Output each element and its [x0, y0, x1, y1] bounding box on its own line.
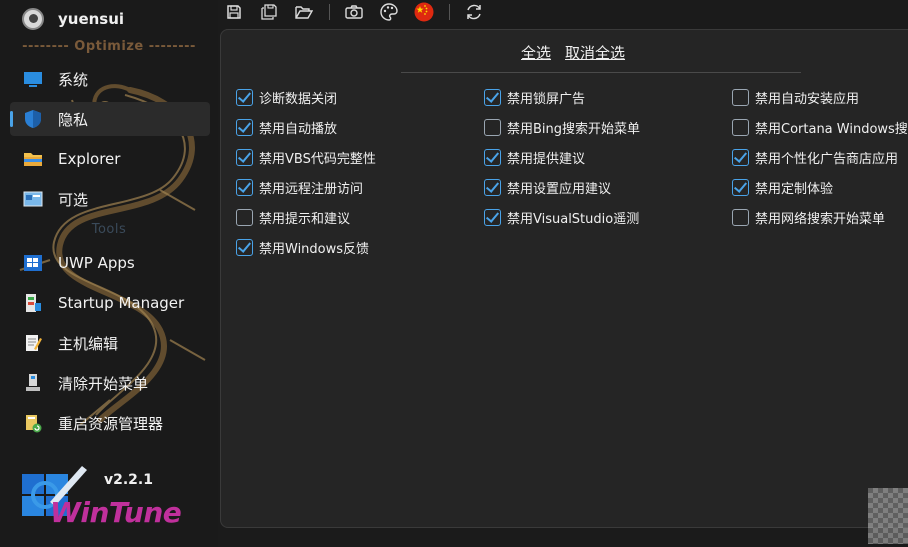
sidebar-item-uwp-apps[interactable]: UWP Apps [10, 246, 210, 280]
checkbox-checked-icon[interactable] [236, 148, 253, 166]
sidebar-item-label: 系统 [58, 70, 89, 89]
option-checkbox[interactable]: 禁用锁屏广告 [484, 87, 585, 107]
computer-icon [22, 373, 44, 393]
app-version: v2.2.1 [104, 472, 153, 488]
option-checkbox[interactable]: 诊断数据关闭 [236, 87, 337, 107]
option-label: 禁用Windows反馈 [259, 241, 370, 257]
checkbox-unchecked-icon[interactable] [732, 118, 749, 136]
option-label: 禁用网络搜索开始菜单 [755, 211, 886, 227]
checkbox-checked-icon[interactable] [484, 88, 501, 106]
option-checkbox[interactable]: 禁用VBS代码完整性 [236, 147, 376, 167]
avatar [22, 8, 44, 30]
sidebar-item-label: UWP Apps [58, 254, 135, 272]
restart-folder-icon [22, 413, 44, 433]
option-label: 禁用VisualStudio遥测 [507, 211, 640, 227]
checkbox-checked-icon[interactable] [484, 208, 501, 226]
checkbox-checked-icon[interactable] [236, 178, 253, 196]
option-label: 禁用设置应用建议 [507, 181, 612, 197]
tools-section-title: Tools [91, 222, 127, 237]
option-checkbox[interactable]: 禁用网络搜索开始菜单 [732, 207, 885, 227]
checkbox-checked-icon[interactable] [732, 148, 749, 166]
checkbox-checked-icon[interactable] [484, 148, 501, 166]
optimize-section-title: -------- Optimize -------- [22, 39, 196, 54]
option-label: 禁用提示和建议 [259, 211, 351, 227]
china-flag-icon[interactable] [412, 1, 436, 23]
sidebar-item-label: 隐私 [58, 110, 89, 129]
option-checkbox[interactable]: 禁用自动安装应用 [732, 87, 859, 107]
checkbox-checked-icon[interactable] [236, 88, 253, 106]
pixelated-watermark [868, 488, 908, 544]
palette-icon[interactable] [377, 1, 401, 23]
option-checkbox[interactable]: 禁用Bing搜索开始菜单 [484, 117, 640, 137]
option-label: 诊断数据关闭 [259, 91, 338, 107]
option-label: 禁用自动安装应用 [755, 91, 860, 107]
sidebar-item-privacy[interactable]: 隐私 [10, 102, 210, 136]
sidebar-item-restart-explorer[interactable]: 重启资源管理器 [10, 406, 210, 440]
save-icon[interactable] [222, 1, 246, 23]
checkbox-checked-icon[interactable] [236, 118, 253, 136]
toolbar-separator [329, 4, 330, 20]
option-label: 禁用定制体验 [755, 181, 834, 197]
checkbox-checked-icon[interactable] [484, 178, 501, 196]
sidebar-item-explorer[interactable]: Explorer [10, 142, 210, 176]
option-label: 禁用提供建议 [507, 151, 586, 167]
refresh-icon[interactable] [462, 1, 486, 23]
option-checkbox[interactable]: 禁用VisualStudio遥测 [484, 207, 639, 227]
camera-icon[interactable] [342, 1, 366, 23]
option-checkbox[interactable]: 禁用Cortana Windows搜索 [732, 117, 908, 137]
deselect-all-link[interactable]: 取消全选 [565, 42, 625, 63]
divider [401, 72, 801, 73]
option-checkbox[interactable]: 禁用提示和建议 [236, 207, 350, 227]
checkbox-checked-icon[interactable] [732, 178, 749, 196]
shield-icon [22, 109, 44, 129]
app-brand-name: WinTune [50, 496, 182, 529]
sidebar-item-label: Startup Manager [58, 294, 185, 312]
folder-icon [22, 149, 44, 169]
toolbar [222, 0, 497, 24]
option-label: 禁用个性化广告商店应用 [755, 151, 899, 167]
sidebar-item-label: 可选 [58, 190, 89, 209]
checkbox-unchecked-icon[interactable] [236, 208, 253, 226]
sidebar: yuensui -------- Optimize -------- Tools… [0, 0, 218, 547]
checkbox-checked-icon[interactable] [236, 238, 253, 256]
user-profile[interactable]: yuensui [22, 7, 124, 31]
checkbox-unchecked-icon[interactable] [484, 118, 501, 136]
option-label: 禁用VBS代码完整性 [259, 151, 376, 167]
startup-icon [22, 293, 44, 313]
sidebar-item-label: 主机编辑 [58, 334, 119, 353]
toolbar-separator [449, 4, 450, 20]
selection-controls: 全选 取消全选 [521, 42, 625, 63]
option-checkbox[interactable]: 禁用Windows反馈 [236, 237, 369, 257]
sidebar-item-label: Explorer [58, 150, 121, 168]
option-checkbox[interactable]: 禁用自动播放 [236, 117, 337, 137]
sidebar-item-system[interactable]: 系统 [10, 62, 210, 96]
window-icon [22, 189, 44, 209]
monitor-icon [22, 69, 44, 89]
privacy-options-panel: 全选 取消全选 诊断数据关闭 禁用锁屏广告 禁用自动安装应用禁用自动播放 禁用Bing… [220, 29, 908, 528]
checkbox-unchecked-icon[interactable] [732, 208, 749, 226]
sidebar-item-startup-manager[interactable]: Startup Manager [10, 286, 210, 320]
option-checkbox[interactable]: 禁用设置应用建议 [484, 177, 611, 197]
save-all-icon[interactable] [257, 1, 281, 23]
sidebar-item-optional[interactable]: 可选 [10, 182, 210, 216]
option-checkbox[interactable]: 禁用远程注册访问 [236, 177, 363, 197]
sidebar-item-clear-start-menu[interactable]: 清除开始菜单 [10, 366, 210, 400]
select-all-link[interactable]: 全选 [521, 42, 551, 63]
option-label: 禁用Bing搜索开始菜单 [507, 121, 641, 137]
sidebar-item-label: 清除开始菜单 [58, 374, 149, 393]
hosts-edit-icon [22, 333, 44, 353]
checkbox-unchecked-icon[interactable] [732, 88, 749, 106]
windows-logo-icon [22, 253, 44, 273]
sidebar-item-label: 重启资源管理器 [58, 414, 164, 433]
sidebar-item-hosts-edit[interactable]: 主机编辑 [10, 326, 210, 360]
option-label: 禁用自动播放 [259, 121, 338, 137]
open-folder-icon[interactable] [292, 1, 316, 23]
option-checkbox[interactable]: 禁用个性化广告商店应用 [732, 147, 898, 167]
option-label: 禁用远程注册访问 [259, 181, 364, 197]
option-label: 禁用锁屏广告 [507, 91, 586, 107]
username: yuensui [58, 10, 125, 28]
option-label: 禁用Cortana Windows搜索 [755, 121, 908, 137]
option-checkbox[interactable]: 禁用定制体验 [732, 177, 833, 197]
option-checkbox[interactable]: 禁用提供建议 [484, 147, 585, 167]
